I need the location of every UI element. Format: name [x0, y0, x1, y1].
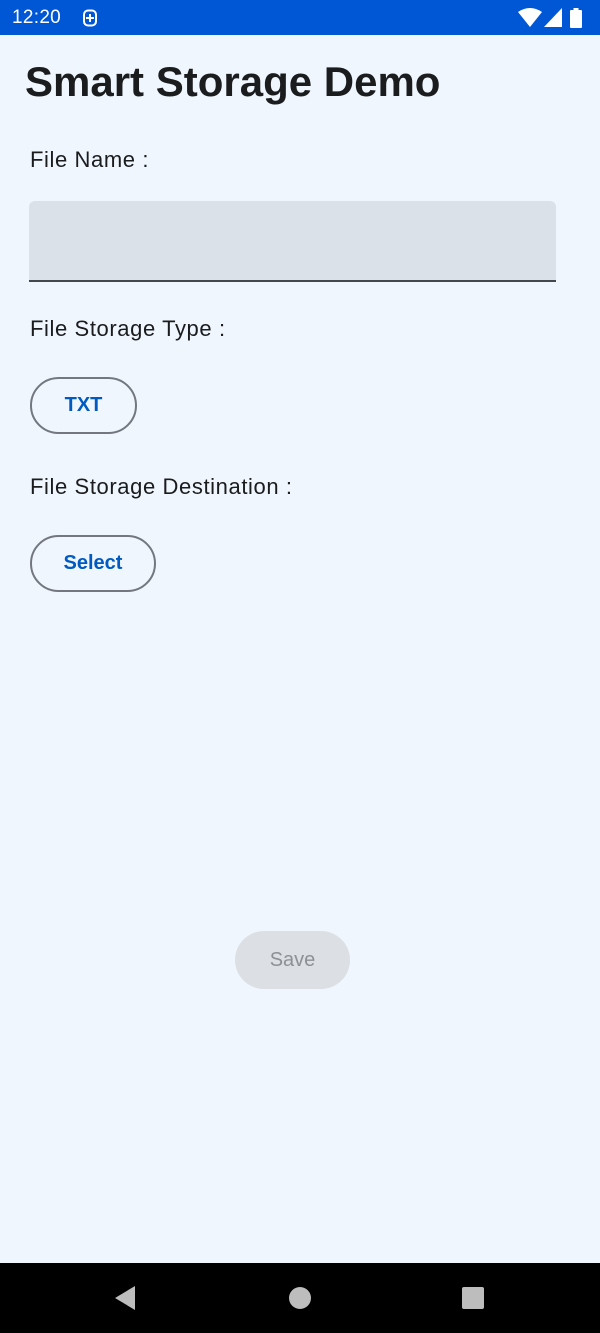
home-circle-icon[interactable]	[282, 1280, 318, 1316]
storage-destination-label: File Storage Destination :	[30, 474, 293, 499]
battery-icon	[570, 8, 582, 28]
cell-signal-icon	[544, 8, 562, 27]
file-name-input[interactable]	[29, 201, 556, 282]
storage-destination-select-button[interactable]: Select	[30, 535, 156, 592]
storage-type-button[interactable]: TXT	[30, 377, 137, 434]
page-title: Smart Storage Demo	[25, 58, 441, 105]
storage-notification-icon	[83, 9, 97, 27]
storage-type-label: File Storage Type :	[30, 316, 226, 341]
status-time: 12:20	[12, 7, 62, 28]
recents-square-icon[interactable]	[455, 1280, 491, 1316]
status-bar: 12:20	[0, 0, 600, 35]
file-name-label: File Name :	[30, 147, 150, 172]
navigation-bar	[0, 1263, 600, 1333]
wifi-icon	[518, 8, 542, 27]
back-triangle-icon[interactable]	[107, 1280, 143, 1316]
save-button[interactable]: Save	[235, 931, 350, 989]
